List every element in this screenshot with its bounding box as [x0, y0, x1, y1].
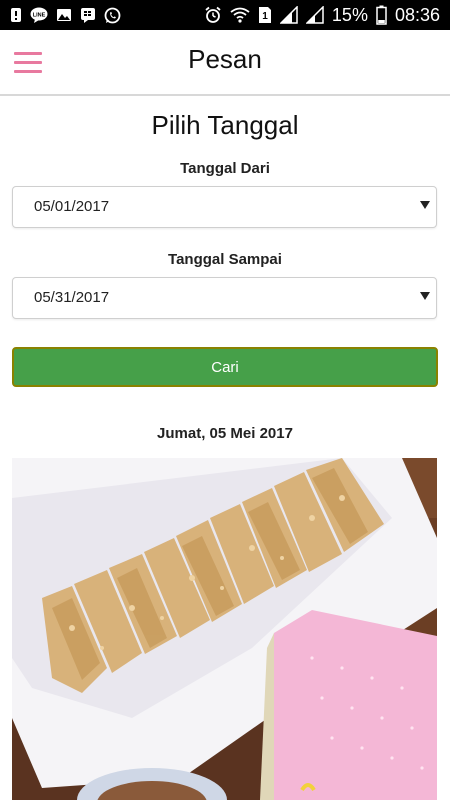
app-bar: Pesan [0, 30, 450, 96]
battery-icon [376, 5, 387, 25]
line-app-icon: LINE [30, 7, 48, 23]
wifi-icon [230, 7, 250, 23]
clock: 08:36 [394, 4, 440, 25]
date-from-label: Tanggal Dari [180, 160, 270, 177]
status-bar-right: 1 15% 08:36 [204, 5, 440, 26]
svg-text:LINE: LINE [33, 13, 46, 19]
date-from-value: 05/01/2017 [34, 198, 110, 215]
status-bar-left: LINE [10, 7, 121, 24]
dropdown-arrow-icon [420, 201, 430, 209]
sim1-icon: 1 [258, 6, 272, 24]
dropdown-arrow-icon [420, 292, 430, 300]
cake-photo-illustration [12, 458, 437, 800]
date-to-select[interactable]: 05/31/2017 [12, 277, 437, 319]
product-image[interactable] [12, 458, 437, 800]
notification-icon [10, 7, 22, 23]
date-to-label: Tanggal Sampai [168, 251, 282, 268]
date-to-value: 05/31/2017 [34, 289, 110, 306]
whatsapp-icon [104, 7, 121, 24]
result-date-heading: Jumat, 05 Mei 2017 [157, 425, 293, 442]
search-button[interactable]: Cari [12, 347, 438, 387]
signal-icon [279, 6, 298, 24]
svg-text:1: 1 [262, 11, 268, 22]
page-title: Pesan [188, 44, 262, 74]
status-bar: LINE 1 15% 08:36 [0, 0, 450, 30]
battery-percent: 15% [331, 4, 368, 25]
gallery-icon [56, 7, 72, 23]
signal2-icon [305, 6, 324, 24]
date-from-select[interactable]: 05/01/2017 [12, 186, 437, 228]
section-title: Pilih Tanggal [151, 110, 299, 140]
bbm-icon [80, 7, 96, 23]
alarm-icon [204, 6, 222, 24]
